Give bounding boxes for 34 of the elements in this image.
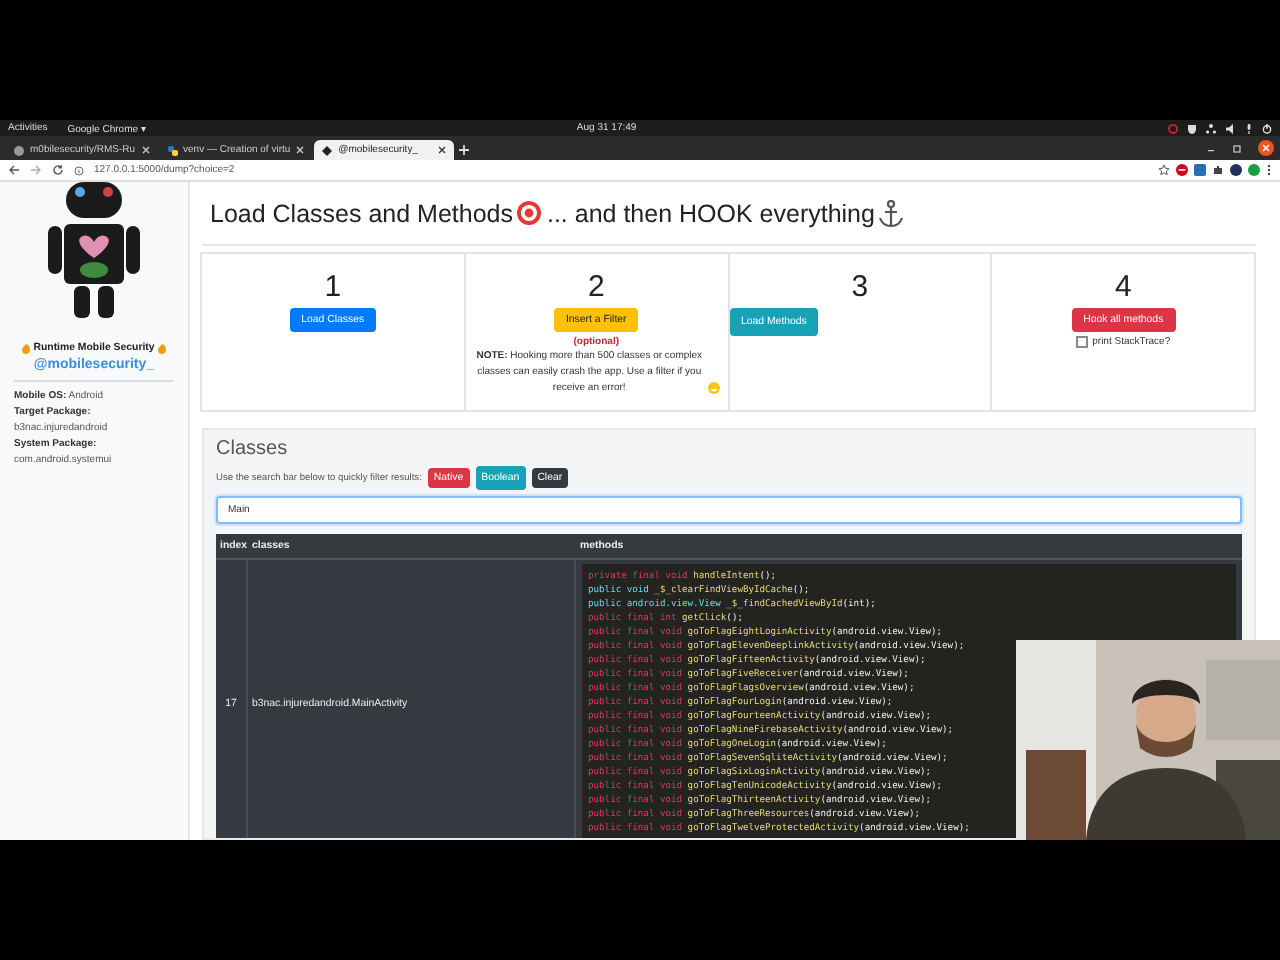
menu-icon[interactable] [1266, 164, 1272, 176]
close-icon[interactable] [438, 146, 447, 154]
anchor-icon [878, 199, 905, 227]
python-icon [167, 145, 178, 155]
power-icon[interactable] [1262, 123, 1272, 133]
network-icon[interactable] [1206, 123, 1216, 133]
extension-icon[interactable] [1194, 164, 1206, 176]
diamond-icon [322, 145, 333, 155]
target-icon [516, 200, 543, 226]
step-number: 3 [851, 270, 869, 304]
page-title: Load Classes and Methods [210, 199, 513, 227]
stop-sign-icon[interactable] [1176, 164, 1188, 176]
star-icon[interactable] [1158, 164, 1170, 176]
fire-icon [21, 342, 30, 354]
shield-icon[interactable] [1188, 123, 1196, 133]
puzzle-icon[interactable] [1212, 164, 1224, 176]
info-icon [74, 165, 84, 175]
reload-icon[interactable] [52, 164, 64, 176]
grin-emoji-icon [707, 382, 719, 394]
step-number: 1 [324, 270, 342, 304]
page-title: ... and then HOOK everything [546, 199, 875, 227]
maximize-icon[interactable] [1232, 143, 1242, 153]
step-number: 4 [1114, 270, 1132, 304]
panel-title: Classes [216, 438, 290, 462]
robot-logo-drawing [48, 182, 140, 318]
extension-icon[interactable] [1248, 164, 1260, 176]
close-icon[interactable] [1258, 140, 1274, 156]
back-icon[interactable] [8, 164, 20, 176]
new-tab-icon[interactable] [456, 140, 473, 160]
fire-icon [158, 342, 167, 354]
record-icon[interactable] [1168, 123, 1178, 133]
step-number: 2 [587, 270, 605, 304]
profile-icon[interactable] [1230, 164, 1242, 176]
stacktrace-checkbox[interactable] [1076, 336, 1089, 348]
